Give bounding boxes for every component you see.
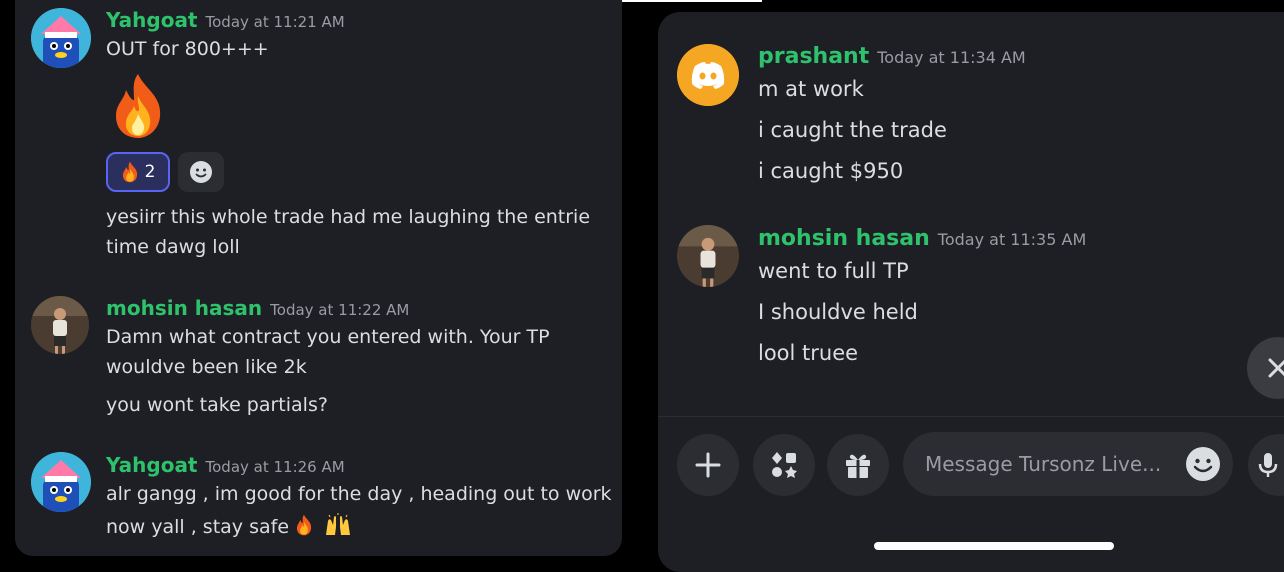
- message-text: I shouldve held: [758, 300, 918, 324]
- gift-button[interactable]: [827, 434, 889, 496]
- username[interactable]: mohsin hasan: [106, 296, 262, 320]
- mic-icon: [1258, 453, 1278, 477]
- message-text: m at work: [758, 77, 864, 101]
- message-text: you wont take partials?: [106, 394, 328, 416]
- message-header: prashant Today at 11:34 AM: [758, 44, 1026, 69]
- close-icon: [1268, 358, 1284, 378]
- message-header: mohsin hasan Today at 11:22 AM: [106, 296, 409, 320]
- apps-button[interactable]: [753, 434, 815, 496]
- fire-emoji: [122, 161, 137, 183]
- add-attachment-button[interactable]: [677, 434, 739, 496]
- chat-panel-left: Yahgoat Today at 11:21 AM OUT for 800+++ …: [15, 0, 622, 556]
- close-button[interactable]: [1247, 337, 1284, 399]
- top-edge-sliver: [622, 0, 762, 2]
- timestamp: Today at 11:35 AM: [937, 230, 1087, 249]
- message-text: i caught $950: [758, 159, 904, 183]
- gift-icon: [846, 454, 870, 478]
- avatar-prashant[interactable]: [677, 44, 739, 106]
- yahgoat-avatar-icon: [31, 452, 91, 512]
- message-text: yesiirr this whole trade had me laughing…: [106, 206, 591, 228]
- mohsin-avatar-icon: [31, 296, 89, 354]
- username[interactable]: prashant: [758, 44, 869, 69]
- message-text: time dawg loll: [106, 236, 240, 258]
- fire-emoji-large: [110, 72, 166, 140]
- message-text: wouldve been like 2k: [106, 356, 307, 378]
- message-input-placeholder: Message Tursonz Live...: [925, 452, 1162, 476]
- composer-divider: [658, 416, 1284, 417]
- message-text: alr gangg , im good for the day , headin…: [106, 483, 612, 505]
- message-text: i caught the trade: [758, 118, 947, 142]
- message-text: Damn what contract you entered with. You…: [106, 326, 550, 348]
- emoji-button[interactable]: [1185, 446, 1221, 482]
- avatar-mohsin-hasan[interactable]: [677, 225, 739, 287]
- message-text-with-emoji: now yall , stay safe: [106, 513, 353, 538]
- apps-icon: [772, 452, 797, 478]
- timestamp: Today at 11:34 AM: [877, 48, 1026, 67]
- timestamp: Today at 11:22 AM: [270, 301, 410, 319]
- message-input[interactable]: Message Tursonz Live...: [903, 432, 1233, 496]
- message-text: went to full TP: [758, 259, 909, 283]
- message-header: Yahgoat Today at 11:21 AM: [106, 8, 345, 32]
- message-text: lool truee: [758, 341, 859, 365]
- message-text: OUT for 800+++: [106, 38, 269, 60]
- username[interactable]: mohsin hasan: [758, 226, 930, 251]
- add-reaction-button[interactable]: [178, 152, 224, 192]
- discord-logo-icon: [677, 44, 739, 106]
- yahgoat-avatar-icon: [31, 8, 91, 68]
- avatar-yahgoat[interactable]: [31, 452, 91, 512]
- avatar-mohsin-hasan[interactable]: [31, 296, 89, 354]
- home-indicator: [874, 542, 1114, 550]
- message-text: now yall , stay safe: [106, 516, 290, 538]
- emoji-icon: [1186, 447, 1220, 481]
- smiley-add-icon: [190, 161, 212, 183]
- plus-icon: [695, 452, 721, 478]
- mohsin-avatar-icon: [677, 225, 739, 287]
- timestamp: Today at 11:26 AM: [205, 458, 345, 476]
- message-header: mohsin hasan Today at 11:35 AM: [758, 226, 1086, 251]
- reaction-fire[interactable]: 2: [106, 152, 170, 192]
- avatar-yahgoat[interactable]: [31, 8, 91, 68]
- message-header: Yahgoat Today at 11:26 AM: [106, 453, 345, 477]
- reaction-count: 2: [144, 162, 156, 182]
- username[interactable]: Yahgoat: [106, 8, 198, 32]
- chat-panel-right: prashant Today at 11:34 AM m at work i ca…: [658, 12, 1284, 572]
- raised-hands-emoji: [326, 513, 351, 535]
- username[interactable]: Yahgoat: [106, 453, 198, 477]
- timestamp: Today at 11:21 AM: [205, 13, 345, 31]
- fire-emoji: [296, 514, 312, 536]
- voice-message-button[interactable]: [1248, 434, 1284, 496]
